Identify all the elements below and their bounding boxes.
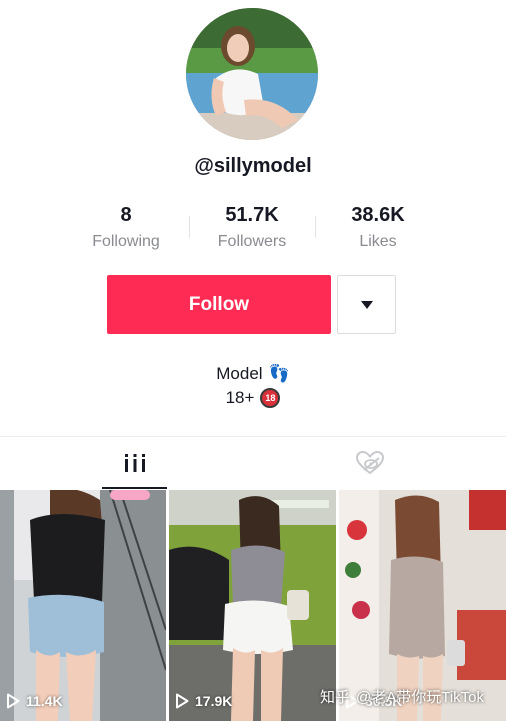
video-thumbnail-image — [0, 490, 166, 721]
stat-following[interactable]: 8 Following — [66, 202, 186, 254]
caret-down-icon — [360, 300, 373, 309]
watermark-site: 知乎 — [320, 689, 351, 706]
stat-following-label: Following — [92, 233, 160, 250]
stat-followers[interactable]: 51.7K Followers — [192, 202, 312, 254]
avatar-photo — [186, 8, 318, 140]
videos-grid-icon — [124, 454, 145, 472]
stat-followers-label: Followers — [217, 233, 287, 250]
watermark-text: @老A带你玩TikTok — [356, 689, 485, 706]
stat-following-count: 8 — [120, 204, 132, 226]
video-views: 17.9K — [175, 693, 232, 709]
profile-stats: 8 Following 51.7K Followers 38.6K Likes — [0, 202, 506, 262]
video-views-count: 17.9K — [195, 693, 233, 709]
follow-button[interactable]: Follow — [107, 275, 331, 334]
tabs-divider — [0, 436, 506, 437]
more-options-button[interactable] — [337, 275, 396, 334]
tab-liked[interactable] — [337, 437, 402, 489]
profile-bio: Model 👣 18+ 18 — [0, 362, 506, 410]
bio-text: Model — [216, 364, 263, 383]
stat-likes-label: Likes — [359, 233, 397, 250]
stat-followers-count: 51.7K — [225, 204, 279, 226]
stat-likes[interactable]: 38.6K Likes — [318, 202, 438, 254]
watermark: 知乎 @老A带你玩TikTok — [320, 686, 484, 707]
play-icon — [7, 693, 20, 709]
stat-divider — [189, 216, 190, 238]
video-views: 11.4K — [6, 693, 63, 709]
profile-avatar[interactable] — [186, 8, 318, 140]
age-restriction-icon: 18 — [260, 388, 281, 408]
tab-videos[interactable] — [102, 437, 167, 489]
stat-likes-count: 38.6K — [351, 204, 405, 226]
footprints-icon: 👣 — [268, 364, 290, 383]
profile-page: @sillymodel 8 Following 51.7K Followers … — [0, 0, 506, 721]
bio-age-text: 18+ — [225, 388, 255, 407]
video-thumbnail[interactable]: 17.9K — [169, 490, 336, 721]
liked-videos-hidden-icon — [355, 450, 384, 475]
video-views-count: 11.4K — [26, 693, 63, 709]
active-tab-indicator — [102, 487, 167, 489]
stat-divider — [315, 216, 316, 238]
profile-username: @sillymodel — [194, 155, 312, 177]
video-thumbnail-image — [169, 490, 336, 721]
video-thumbnail[interactable]: 11.4K — [0, 490, 166, 721]
play-icon — [176, 693, 189, 709]
